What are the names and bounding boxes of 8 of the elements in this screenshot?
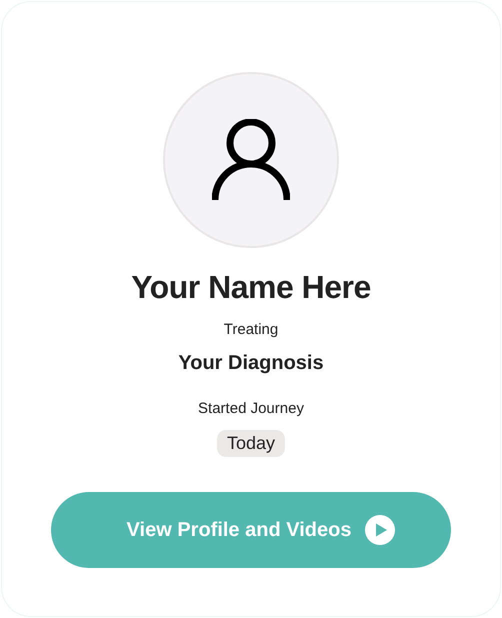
start-date-tag: Today xyxy=(216,430,286,457)
started-label: Started Journey xyxy=(198,400,304,418)
diagnosis: Your Diagnosis xyxy=(178,351,324,375)
treating-label: Treating xyxy=(224,321,278,339)
view-profile-button[interactable]: View Profile and Videos xyxy=(51,492,451,568)
user-name: Your Name Here xyxy=(131,268,371,306)
play-icon xyxy=(365,515,396,545)
person-icon xyxy=(212,119,290,201)
